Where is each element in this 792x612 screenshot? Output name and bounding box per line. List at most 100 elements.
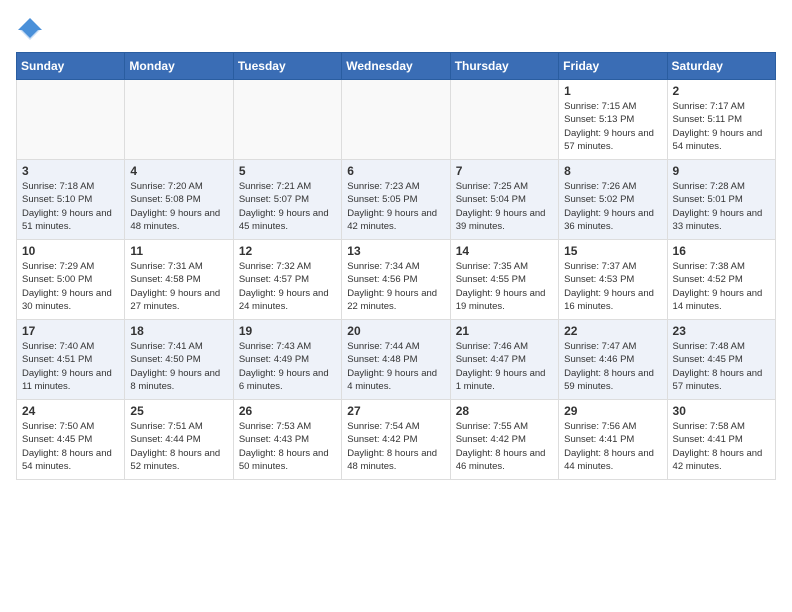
calendar-cell: 25 Sunrise: 7:51 AMSunset: 4:44 PMDayligh…: [125, 400, 233, 480]
day-info: Sunrise: 7:47 AMSunset: 4:46 PMDaylight:…: [564, 340, 661, 393]
day-number: 8: [564, 164, 661, 178]
calendar-week-row: 10 Sunrise: 7:29 AMSunset: 5:00 PMDayligh…: [17, 240, 776, 320]
day-number: 1: [564, 84, 661, 98]
calendar-cell: 14 Sunrise: 7:35 AMSunset: 4:55 PMDayligh…: [450, 240, 558, 320]
day-info: Sunrise: 7:25 AMSunset: 5:04 PMDaylight:…: [456, 180, 553, 233]
col-header-saturday: Saturday: [667, 53, 775, 80]
day-info: Sunrise: 7:18 AMSunset: 5:10 PMDaylight:…: [22, 180, 119, 233]
calendar-cell: 24 Sunrise: 7:50 AMSunset: 4:45 PMDayligh…: [17, 400, 125, 480]
day-info: Sunrise: 7:37 AMSunset: 4:53 PMDaylight:…: [564, 260, 661, 313]
day-number: 25: [130, 404, 227, 418]
calendar-cell: 27 Sunrise: 7:54 AMSunset: 4:42 PMDayligh…: [342, 400, 450, 480]
day-info: Sunrise: 7:44 AMSunset: 4:48 PMDaylight:…: [347, 340, 444, 393]
day-info: Sunrise: 7:56 AMSunset: 4:41 PMDaylight:…: [564, 420, 661, 473]
day-info: Sunrise: 7:29 AMSunset: 5:00 PMDaylight:…: [22, 260, 119, 313]
day-info: Sunrise: 7:31 AMSunset: 4:58 PMDaylight:…: [130, 260, 227, 313]
calendar-cell: 4 Sunrise: 7:20 AMSunset: 5:08 PMDaylight…: [125, 160, 233, 240]
calendar-cell: 9 Sunrise: 7:28 AMSunset: 5:01 PMDaylight…: [667, 160, 775, 240]
calendar-cell: [342, 80, 450, 160]
calendar-week-row: 1 Sunrise: 7:15 AMSunset: 5:13 PMDaylight…: [17, 80, 776, 160]
calendar-cell: 12 Sunrise: 7:32 AMSunset: 4:57 PMDayligh…: [233, 240, 341, 320]
calendar-cell: 5 Sunrise: 7:21 AMSunset: 5:07 PMDaylight…: [233, 160, 341, 240]
day-number: 14: [456, 244, 553, 258]
calendar-cell: 19Sunrise: 7:43 AMSunset: 4:49 PMDayligh…: [233, 320, 341, 400]
day-info: Sunrise: 7:32 AMSunset: 4:57 PMDaylight:…: [239, 260, 336, 313]
calendar-cell: 20 Sunrise: 7:44 AMSunset: 4:48 PMDayligh…: [342, 320, 450, 400]
day-number: 3: [22, 164, 119, 178]
day-number: 7: [456, 164, 553, 178]
col-header-tuesday: Tuesday: [233, 53, 341, 80]
day-number: 24: [22, 404, 119, 418]
calendar-cell: 10 Sunrise: 7:29 AMSunset: 5:00 PMDayligh…: [17, 240, 125, 320]
col-header-wednesday: Wednesday: [342, 53, 450, 80]
calendar-cell: 7 Sunrise: 7:25 AMSunset: 5:04 PMDaylight…: [450, 160, 558, 240]
day-info: Sunrise: 7:40 AMSunset: 4:51 PMDaylight:…: [22, 340, 119, 393]
calendar-cell: [125, 80, 233, 160]
day-number: 5: [239, 164, 336, 178]
day-number: 6: [347, 164, 444, 178]
page-header: [16, 16, 776, 44]
calendar-cell: 15Sunrise: 7:37 AMSunset: 4:53 PMDayligh…: [559, 240, 667, 320]
day-info: Sunrise: 7:35 AMSunset: 4:55 PMDaylight:…: [456, 260, 553, 313]
calendar-week-row: 17 Sunrise: 7:40 AMSunset: 4:51 PMDayligh…: [17, 320, 776, 400]
calendar-cell: 18 Sunrise: 7:41 AMSunset: 4:50 PMDayligh…: [125, 320, 233, 400]
calendar-table: SundayMondayTuesdayWednesdayThursdayFrid…: [16, 52, 776, 480]
day-number: 26: [239, 404, 336, 418]
day-number: 10: [22, 244, 119, 258]
day-number: 27: [347, 404, 444, 418]
day-number: 2: [673, 84, 770, 98]
day-info: Sunrise: 7:34 AMSunset: 4:56 PMDaylight:…: [347, 260, 444, 313]
calendar-cell: 28 Sunrise: 7:55 AMSunset: 4:42 PMDayligh…: [450, 400, 558, 480]
day-number: 13: [347, 244, 444, 258]
col-header-friday: Friday: [559, 53, 667, 80]
day-number: 28: [456, 404, 553, 418]
calendar-cell: 6 Sunrise: 7:23 AMSunset: 5:05 PMDaylight…: [342, 160, 450, 240]
day-info: Sunrise: 7:55 AMSunset: 4:42 PMDaylight:…: [456, 420, 553, 473]
calendar-cell: 3 Sunrise: 7:18 AMSunset: 5:10 PMDaylight…: [17, 160, 125, 240]
calendar-cell: 26 Sunrise: 7:53 AMSunset: 4:43 PMDayligh…: [233, 400, 341, 480]
day-number: 17: [22, 324, 119, 338]
day-info: Sunrise: 7:21 AMSunset: 5:07 PMDaylight:…: [239, 180, 336, 233]
calendar-cell: 2 Sunrise: 7:17 AMSunset: 5:11 PMDaylight…: [667, 80, 775, 160]
day-number: 23: [673, 324, 770, 338]
calendar-week-row: 3 Sunrise: 7:18 AMSunset: 5:10 PMDaylight…: [17, 160, 776, 240]
calendar-cell: 1 Sunrise: 7:15 AMSunset: 5:13 PMDaylight…: [559, 80, 667, 160]
day-info: Sunrise: 7:43 AMSunset: 4:49 PMDaylight:…: [239, 340, 336, 393]
col-header-thursday: Thursday: [450, 53, 558, 80]
col-header-monday: Monday: [125, 53, 233, 80]
calendar-cell: 8Sunrise: 7:26 AMSunset: 5:02 PMDaylight…: [559, 160, 667, 240]
day-info: Sunrise: 7:53 AMSunset: 4:43 PMDaylight:…: [239, 420, 336, 473]
calendar-cell: 22Sunrise: 7:47 AMSunset: 4:46 PMDayligh…: [559, 320, 667, 400]
day-number: 12: [239, 244, 336, 258]
day-number: 18: [130, 324, 227, 338]
day-info: Sunrise: 7:41 AMSunset: 4:50 PMDaylight:…: [130, 340, 227, 393]
calendar-cell: 21Sunrise: 7:46 AMSunset: 4:47 PMDayligh…: [450, 320, 558, 400]
day-number: 21: [456, 324, 553, 338]
day-number: 4: [130, 164, 227, 178]
logo: [16, 16, 48, 44]
day-number: 20: [347, 324, 444, 338]
day-info: Sunrise: 7:28 AMSunset: 5:01 PMDaylight:…: [673, 180, 770, 233]
calendar-cell: 17 Sunrise: 7:40 AMSunset: 4:51 PMDayligh…: [17, 320, 125, 400]
calendar-cell: 30 Sunrise: 7:58 AMSunset: 4:41 PMDayligh…: [667, 400, 775, 480]
day-info: Sunrise: 7:17 AMSunset: 5:11 PMDaylight:…: [673, 100, 770, 153]
day-info: Sunrise: 7:58 AMSunset: 4:41 PMDaylight:…: [673, 420, 770, 473]
day-info: Sunrise: 7:50 AMSunset: 4:45 PMDaylight:…: [22, 420, 119, 473]
day-info: Sunrise: 7:20 AMSunset: 5:08 PMDaylight:…: [130, 180, 227, 233]
calendar-cell: 11Sunrise: 7:31 AMSunset: 4:58 PMDayligh…: [125, 240, 233, 320]
calendar-cell: 23Sunrise: 7:48 AMSunset: 4:45 PMDayligh…: [667, 320, 775, 400]
day-number: 9: [673, 164, 770, 178]
calendar-cell: [17, 80, 125, 160]
day-number: 30: [673, 404, 770, 418]
calendar-cell: 13 Sunrise: 7:34 AMSunset: 4:56 PMDayligh…: [342, 240, 450, 320]
calendar-cell: [450, 80, 558, 160]
day-info: Sunrise: 7:51 AMSunset: 4:44 PMDaylight:…: [130, 420, 227, 473]
day-info: Sunrise: 7:15 AMSunset: 5:13 PMDaylight:…: [564, 100, 661, 153]
day-info: Sunrise: 7:23 AMSunset: 5:05 PMDaylight:…: [347, 180, 444, 233]
day-info: Sunrise: 7:38 AMSunset: 4:52 PMDaylight:…: [673, 260, 770, 313]
day-info: Sunrise: 7:54 AMSunset: 4:42 PMDaylight:…: [347, 420, 444, 473]
logo-icon: [16, 16, 44, 44]
calendar-cell: 29 Sunrise: 7:56 AMSunset: 4:41 PMDayligh…: [559, 400, 667, 480]
day-number: 29: [564, 404, 661, 418]
calendar-cell: [233, 80, 341, 160]
